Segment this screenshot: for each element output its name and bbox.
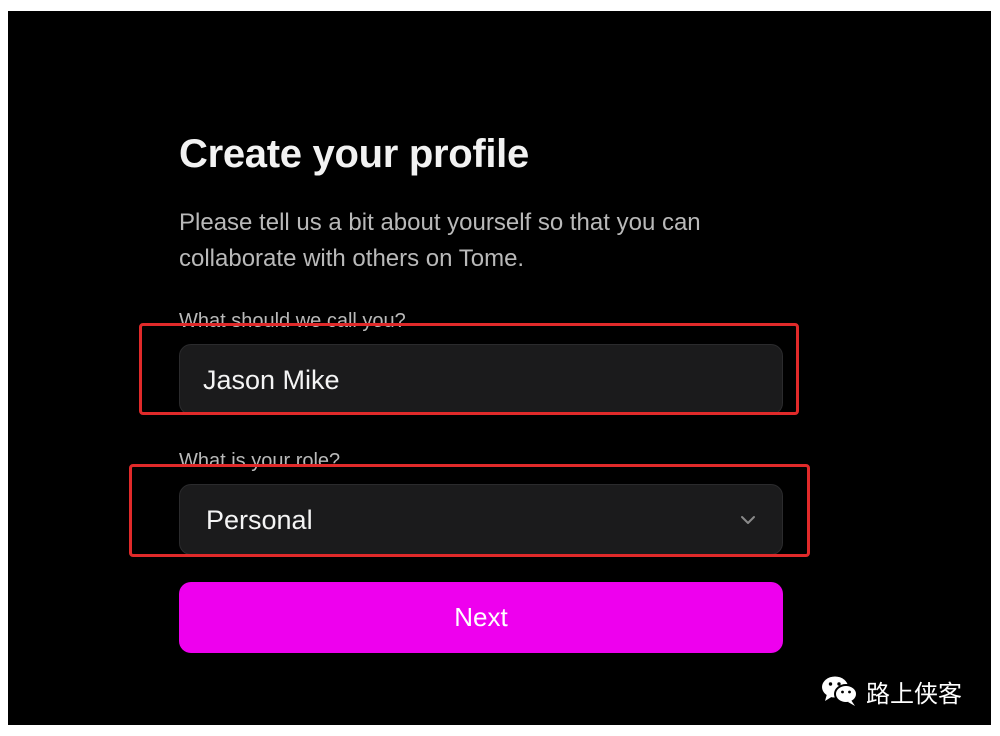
- page-subtitle: Please tell us a bit about yourself so t…: [179, 209, 701, 272]
- name-field-label: What should we call you?: [179, 310, 406, 332]
- role-select-value: Personal: [206, 505, 313, 535]
- name-input[interactable]: Jason Mike: [179, 344, 783, 415]
- page-title: Create your profile: [179, 132, 529, 176]
- watermark: 路上侠客: [820, 674, 962, 708]
- name-input-value: Jason Mike: [203, 365, 340, 395]
- profile-screen: Create your profile Please tell us a bit…: [8, 11, 991, 725]
- wechat-icon: [822, 676, 858, 706]
- next-button[interactable]: Next: [179, 582, 783, 653]
- role-field-label: What is your role?: [179, 450, 341, 472]
- role-select[interactable]: Personal: [179, 484, 783, 555]
- watermark-text: 路上侠客: [866, 679, 962, 708]
- chevron-down-icon: [741, 516, 755, 524]
